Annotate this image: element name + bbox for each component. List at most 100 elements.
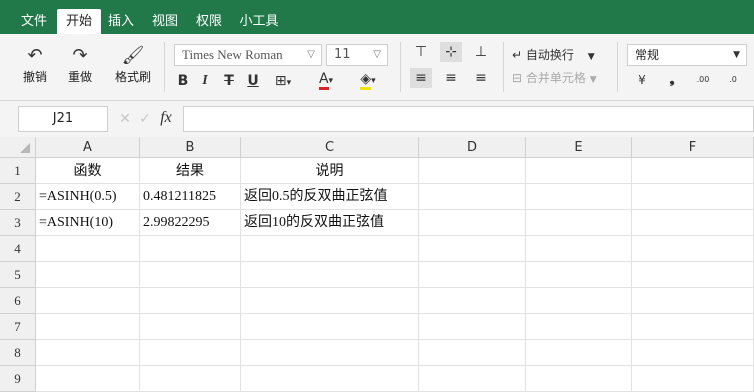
column-header-b[interactable]: B	[140, 137, 241, 158]
font-size-select[interactable]: 11 ▽	[326, 44, 388, 66]
cell-a8[interactable]	[36, 340, 140, 366]
menu-file[interactable]: 文件	[12, 9, 56, 34]
cell-c3[interactable]: 返回10的反双曲正弦值	[241, 210, 419, 236]
cell-d5[interactable]	[419, 262, 526, 288]
cell-f3[interactable]	[632, 210, 754, 236]
cell-d4[interactable]	[419, 236, 526, 262]
underline-button[interactable]: U	[244, 71, 262, 91]
cell-a9[interactable]	[36, 366, 140, 392]
cell-e3[interactable]	[526, 210, 632, 236]
cell-a2[interactable]: =ASINH(0.5)	[36, 184, 140, 210]
align-top-button[interactable]: ⊤	[410, 42, 432, 62]
cell-c8[interactable]	[241, 340, 419, 366]
wrap-text-button[interactable]: ↵ 自动换行 ▼	[512, 45, 608, 67]
row-header-6[interactable]: 6	[0, 288, 36, 314]
align-right-button[interactable]: ≡	[470, 68, 492, 88]
column-header-e[interactable]: E	[526, 137, 632, 158]
cell-b1[interactable]: 结果	[140, 158, 241, 184]
row-header-9[interactable]: 9	[0, 366, 36, 392]
cell-f6[interactable]	[632, 288, 754, 314]
cell-a6[interactable]	[36, 288, 140, 314]
cell-d3[interactable]	[419, 210, 526, 236]
cell-d8[interactable]	[419, 340, 526, 366]
cell-c4[interactable]	[241, 236, 419, 262]
fill-color-button[interactable]: ◈▾	[352, 69, 384, 91]
name-box[interactable]: J21	[18, 106, 108, 132]
font-name-select[interactable]: Times New Roman ▽	[174, 44, 322, 66]
cell-c5[interactable]	[241, 262, 419, 288]
cell-d2[interactable]	[419, 184, 526, 210]
menu-insert[interactable]: 插入	[101, 9, 141, 34]
menu-view[interactable]: 视图	[145, 9, 185, 34]
italic-button[interactable]: I	[196, 71, 214, 91]
font-color-button[interactable]: A▾	[310, 69, 342, 91]
menu-permissions[interactable]: 权限	[189, 9, 229, 34]
row-header-1[interactable]: 1	[0, 158, 36, 184]
cell-d7[interactable]	[419, 314, 526, 340]
cell-b5[interactable]	[140, 262, 241, 288]
cell-c1[interactable]: 说明	[241, 158, 419, 184]
cell-e5[interactable]	[526, 262, 632, 288]
cell-f5[interactable]	[632, 262, 754, 288]
decrease-decimal-button[interactable]: .0	[722, 70, 744, 90]
cell-b8[interactable]	[140, 340, 241, 366]
align-middle-button[interactable]: ⊹	[440, 42, 462, 62]
menu-tools[interactable]: 小工具	[233, 9, 285, 34]
cell-a7[interactable]	[36, 314, 140, 340]
undo-button[interactable]: ↶ 撤销	[18, 44, 52, 85]
function-icon[interactable]: fx	[156, 108, 176, 128]
column-header-c[interactable]: C	[241, 137, 419, 158]
cell-e1[interactable]	[526, 158, 632, 184]
align-center-button[interactable]: ≡	[440, 68, 462, 88]
merge-cells-button[interactable]: ⊟ 合并单元格 ▼	[512, 68, 608, 90]
cell-c9[interactable]	[241, 366, 419, 392]
cancel-icon[interactable]: ✕	[118, 109, 132, 129]
cell-c6[interactable]	[241, 288, 419, 314]
cell-c2[interactable]: 返回0.5的反双曲正弦值	[241, 184, 419, 210]
column-header-a[interactable]: A	[36, 137, 140, 158]
align-bottom-button[interactable]: ⊥	[470, 42, 492, 62]
cell-f4[interactable]	[632, 236, 754, 262]
column-header-f[interactable]: F	[632, 137, 754, 158]
select-all-corner[interactable]	[0, 137, 36, 158]
cell-b3[interactable]: 2.99822295	[140, 210, 241, 236]
cell-d9[interactable]	[419, 366, 526, 392]
cell-a4[interactable]	[36, 236, 140, 262]
menu-home[interactable]: 开始	[57, 9, 101, 34]
currency-button[interactable]: ¥	[632, 70, 652, 90]
format-painter-button[interactable]: 🖌 格式刷	[110, 44, 156, 85]
row-header-5[interactable]: 5	[0, 262, 36, 288]
formula-input[interactable]	[183, 106, 754, 132]
cell-e9[interactable]	[526, 366, 632, 392]
cell-e7[interactable]	[526, 314, 632, 340]
cell-f7[interactable]	[632, 314, 754, 340]
increase-decimal-button[interactable]: .00	[692, 70, 714, 90]
confirm-icon[interactable]: ✓	[138, 109, 152, 129]
cell-f2[interactable]	[632, 184, 754, 210]
row-header-7[interactable]: 7	[0, 314, 36, 340]
row-header-8[interactable]: 8	[0, 340, 36, 366]
cell-a1[interactable]: 函数	[36, 158, 140, 184]
cell-d1[interactable]	[419, 158, 526, 184]
redo-button[interactable]: ↷ 重做	[63, 44, 97, 85]
cell-e8[interactable]	[526, 340, 632, 366]
row-header-3[interactable]: 3	[0, 210, 36, 236]
row-header-2[interactable]: 2	[0, 184, 36, 210]
row-header-4[interactable]: 4	[0, 236, 36, 262]
cell-b2[interactable]: 0.481211825	[140, 184, 241, 210]
cell-f8[interactable]	[632, 340, 754, 366]
cell-a5[interactable]	[36, 262, 140, 288]
strikethrough-button[interactable]: T	[220, 71, 238, 91]
column-header-d[interactable]: D	[419, 137, 526, 158]
align-left-button[interactable]: ≡	[410, 68, 432, 88]
cell-c7[interactable]	[241, 314, 419, 340]
borders-button[interactable]: ⊞▾	[268, 71, 298, 93]
bold-button[interactable]: B	[174, 71, 192, 91]
cell-e4[interactable]	[526, 236, 632, 262]
cell-e6[interactable]	[526, 288, 632, 314]
cell-a3[interactable]: =ASINH(10)	[36, 210, 140, 236]
cell-b4[interactable]	[140, 236, 241, 262]
cell-b9[interactable]	[140, 366, 241, 392]
cell-f1[interactable]	[632, 158, 754, 184]
number-format-select[interactable]: 常规 ▼	[627, 44, 747, 66]
